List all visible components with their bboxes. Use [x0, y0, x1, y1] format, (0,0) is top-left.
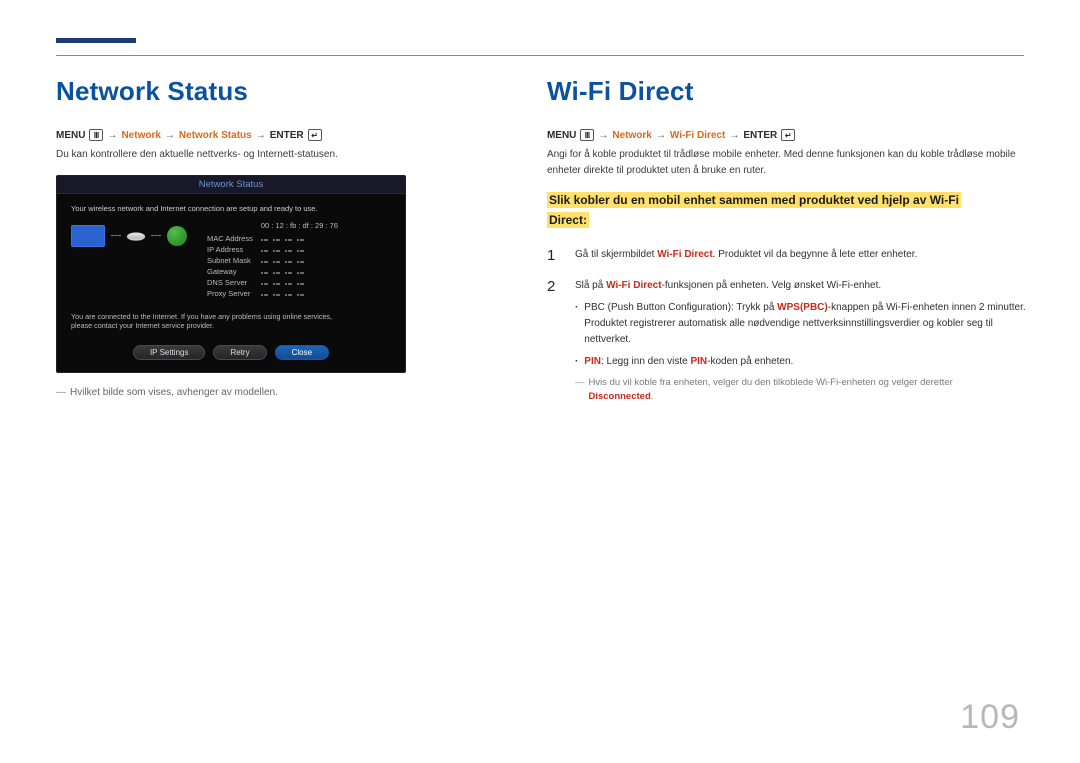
- bc-network-status: Network Status: [179, 130, 252, 141]
- dash-icon: ―: [575, 376, 585, 405]
- disconnect-note: ― Hvis du vil koble fra enheten, velger …: [575, 376, 1041, 405]
- step-number: 1: [547, 247, 563, 264]
- bullet-pin: PIN: Legg inn den viste PIN-koden på enh…: [575, 354, 1041, 370]
- menu-icon: Ⅲ: [89, 129, 103, 141]
- network-values: 00 : 12 : fb : df : 29 : 76 MAC Address …: [205, 219, 346, 300]
- bc-enter: ENTER: [743, 130, 777, 141]
- arrow-icon: →: [729, 130, 739, 141]
- arrow-icon: →: [165, 130, 175, 141]
- breadcrumb-left: MENU Ⅲ → Network → Network Status → ENTE…: [56, 129, 511, 141]
- bc-menu: MENU: [56, 130, 85, 141]
- arrow-icon: →: [256, 130, 266, 141]
- right-column: Wi-Fi Direct MENU Ⅲ → Network → Wi-Fi Di…: [547, 76, 1041, 418]
- retry-button[interactable]: Retry: [213, 345, 266, 360]
- enter-icon: ↵: [308, 129, 322, 141]
- step-2: 2 Slå på Wi-Fi Direct-funksjonen på enhe…: [547, 278, 1041, 405]
- arrow-icon: →: [107, 130, 117, 141]
- bc-network: Network: [121, 130, 160, 141]
- network-status-heading: Network Status: [56, 76, 511, 107]
- bc-wifi-direct: Wi-Fi Direct: [670, 130, 725, 141]
- arrow-icon: →: [656, 130, 666, 141]
- menu-icon: Ⅲ: [580, 129, 594, 141]
- page-number: 109: [960, 698, 1020, 737]
- network-status-panel: Network Status Your wireless network and…: [56, 175, 406, 373]
- panel-info-text: You are connected to the Internet. If yo…: [71, 312, 391, 331]
- left-description: Du kan kontrollere den aktuelle nettverk…: [56, 147, 511, 163]
- arrow-icon: →: [598, 130, 608, 141]
- connection-diagram: [71, 219, 187, 247]
- monitor-icon: [71, 225, 105, 247]
- bullet-pbc: PBC (Push Button Configuration): Trykk p…: [575, 300, 1041, 348]
- bc-network: Network: [612, 130, 651, 141]
- close-button[interactable]: Close: [275, 345, 329, 360]
- left-caption: ― Hvilket bilde som vises, avhenger av m…: [56, 387, 511, 398]
- highlight-heading: Slik kobler du en mobil enhet sammen med…: [547, 192, 961, 228]
- globe-icon: [167, 226, 187, 246]
- step-1: 1 Gå til skjermbildet Wi-Fi Direct. Prod…: [547, 247, 1041, 264]
- panel-title: Network Status: [57, 176, 405, 194]
- right-description: Angi for å koble produktet til trådløse …: [547, 147, 1041, 178]
- wifi-direct-heading: Wi-Fi Direct: [547, 76, 1041, 107]
- panel-ready-text: Your wireless network and Internet conne…: [71, 204, 391, 213]
- breadcrumb-right: MENU Ⅲ → Network → Wi-Fi Direct → ENTER …: [547, 129, 1041, 141]
- ip-settings-button[interactable]: IP Settings: [133, 345, 206, 360]
- step-number: 2: [547, 278, 563, 405]
- dash-icon: ―: [56, 387, 66, 398]
- left-column: Network Status MENU Ⅲ → Network → Networ…: [56, 76, 511, 418]
- router-icon: [125, 232, 146, 240]
- highlight-heading-wrap: Slik kobler du en mobil enhet sammen med…: [547, 190, 967, 231]
- bc-menu: MENU: [547, 130, 576, 141]
- enter-icon: ↵: [781, 129, 795, 141]
- bc-enter: ENTER: [270, 130, 304, 141]
